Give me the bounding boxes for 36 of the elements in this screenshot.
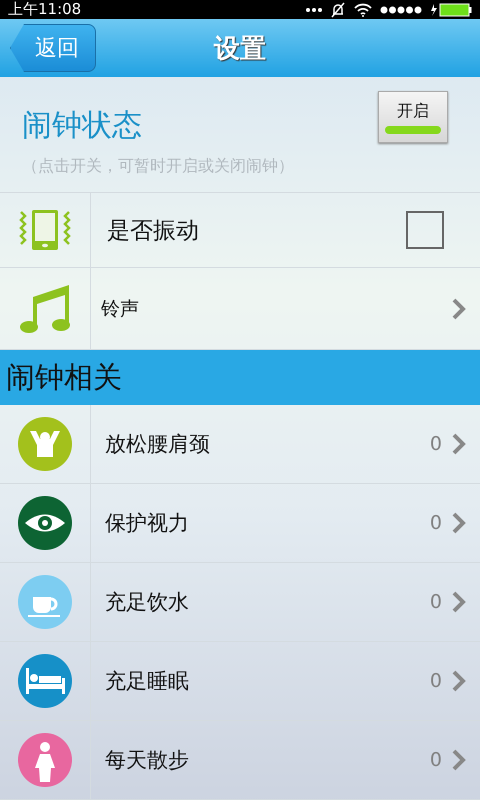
alarm-label: 充足饮水 (104, 589, 190, 616)
more-icon (306, 6, 322, 12)
alarm-item[interactable]: 放松腰肩颈 0 (0, 405, 480, 484)
alarm-label: 每天散步 (104, 747, 190, 774)
section-header: 闹钟相关 (0, 350, 480, 405)
chevron-icon (452, 749, 466, 771)
chevron-icon (452, 512, 466, 534)
alarm-item[interactable]: 充足睡眠 0 (0, 642, 480, 721)
alarm-label: 充足睡眠 (104, 668, 190, 695)
toggle-button[interactable]: 开启 (378, 91, 448, 143)
status-time: 上午11:08 (8, 0, 82, 19)
setting-label: 铃声 (100, 296, 140, 322)
section-title: 闹钟状态 (22, 107, 142, 145)
vibrating-phone-icon (17, 210, 73, 250)
chevron-icon (452, 433, 466, 455)
alarm-item[interactable]: 保护视力 0 (0, 484, 480, 563)
alarm-count: 0 (430, 433, 442, 455)
chevron-icon (452, 298, 466, 320)
muted-bell-icon (330, 2, 346, 18)
alarm-count: 0 (430, 591, 442, 613)
alarm-item[interactable]: 充足饮水 0 (0, 563, 480, 642)
setting-label: 是否振动 (106, 216, 200, 246)
alarm-count: 0 (430, 512, 442, 534)
alarm-item[interactable]: 每天散步 0 (0, 721, 480, 800)
checkbox[interactable] (406, 211, 444, 249)
chevron-icon (452, 670, 466, 692)
alarm-label: 放松腰肩颈 (104, 431, 211, 458)
signal-icon (380, 6, 422, 14)
alarm-label: 保护视力 (104, 510, 190, 537)
alarm-count: 0 (430, 670, 442, 692)
page-title: 设置 (214, 32, 266, 66)
wifi-icon (354, 2, 372, 16)
battery-icon (430, 2, 472, 16)
chevron-icon (452, 591, 466, 613)
music-note-icon (19, 282, 71, 334)
alarm-count: 0 (430, 749, 442, 771)
